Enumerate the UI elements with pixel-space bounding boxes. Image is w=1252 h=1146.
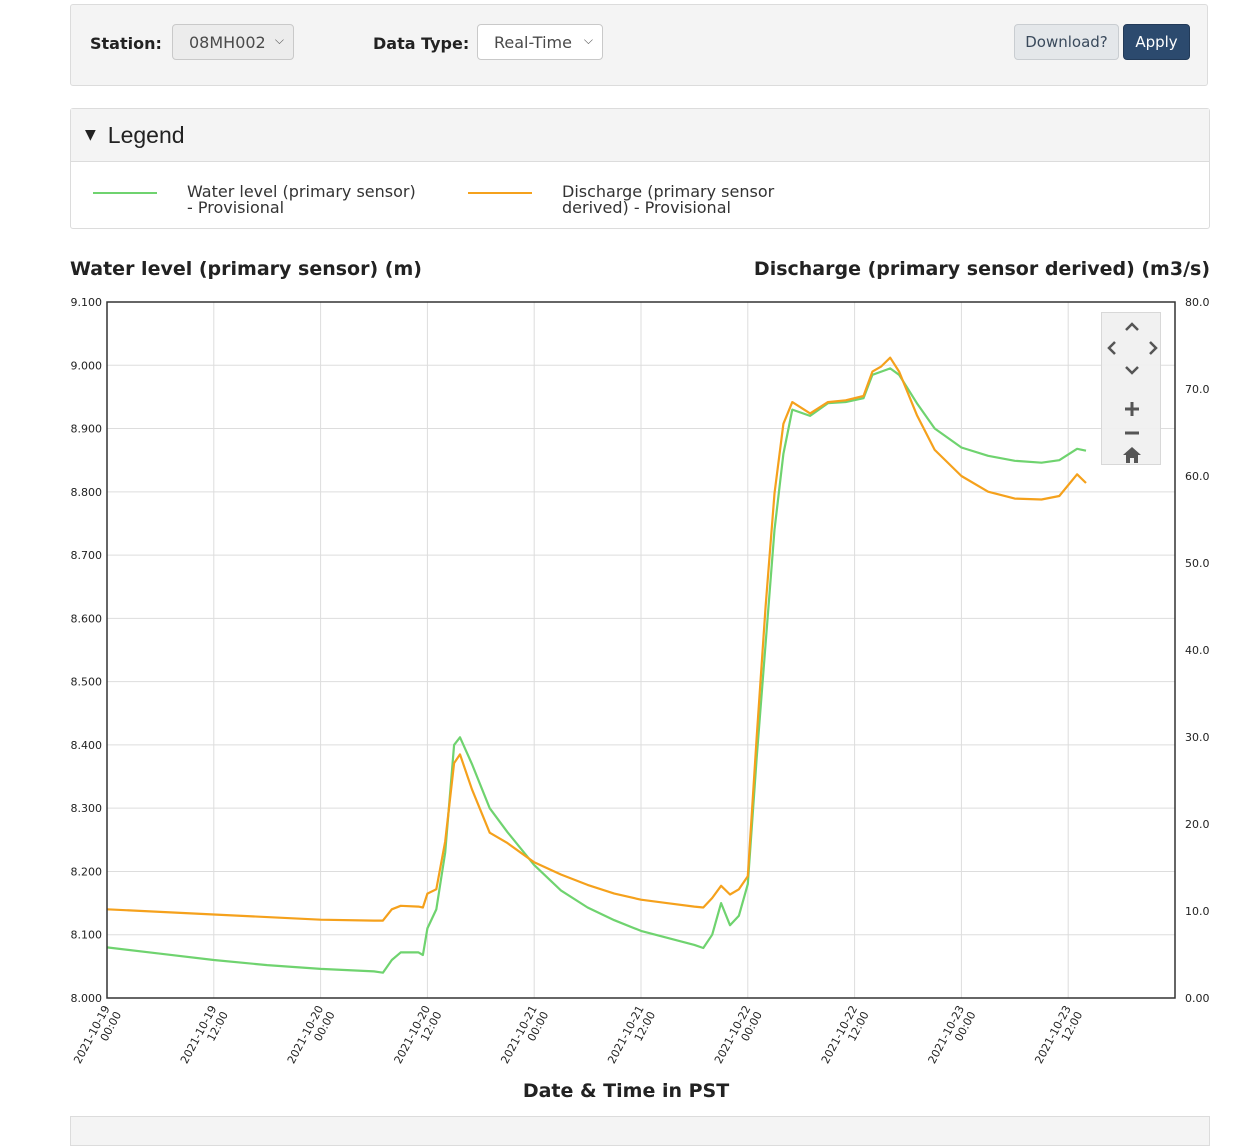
x-tick-label: 2021-10-2100:00 bbox=[498, 1003, 551, 1072]
hydrograph-chart[interactable]: 8.000 8.100 8.200 8.300 8.400 8.500 8.600 8.700… bbox=[0, 280, 1252, 1080]
y-tick-label-right: 20.0 bbox=[1185, 818, 1210, 831]
station-select-value: 08MH002 bbox=[189, 32, 266, 52]
y-tick-label-left: 8.600 bbox=[71, 612, 103, 625]
chevron-down-icon: ⌵ bbox=[274, 33, 284, 47]
y-tick-label-right: 50.0 bbox=[1185, 557, 1210, 570]
zoom-in-icon[interactable] bbox=[1122, 399, 1142, 419]
legend-title: Legend bbox=[107, 121, 185, 148]
y-tick-label-left: 9.000 bbox=[71, 359, 103, 372]
y-tick-label-left: 8.900 bbox=[71, 423, 103, 436]
caret-down-icon: ▼ bbox=[85, 127, 96, 143]
y-tick-label-left: 8.100 bbox=[71, 929, 103, 942]
x-tick-label: 2021-10-1912:00 bbox=[178, 1003, 231, 1072]
y-tick-label-right: 80.0 bbox=[1185, 296, 1210, 309]
x-tick-label: 2021-10-2000:00 bbox=[285, 1003, 338, 1072]
download-button[interactable]: Download? bbox=[1014, 24, 1119, 60]
chevron-down-icon: ⌵ bbox=[583, 33, 593, 47]
y-tick-label-right: 60.0 bbox=[1185, 470, 1210, 483]
legend-toggle[interactable]: ▼ Legend bbox=[71, 109, 1209, 162]
x-tick-label: 2021-10-1900:00 bbox=[71, 1003, 124, 1072]
y-tick-label-left: 8.500 bbox=[71, 676, 103, 689]
y-tick-label-left: 9.100 bbox=[71, 296, 103, 309]
home-icon[interactable] bbox=[1122, 445, 1142, 465]
x-axis-title: Date & Time in PST bbox=[522, 1080, 730, 1102]
x-tick-label: 2021-10-2112:00 bbox=[605, 1003, 658, 1072]
y-tick-label-left: 8.400 bbox=[71, 739, 103, 752]
data-type-label: Data Type: bbox=[373, 34, 470, 53]
chevron-right-icon[interactable] bbox=[1143, 338, 1163, 358]
y-tick-label-left: 8.200 bbox=[71, 865, 103, 878]
station-label: Station: bbox=[90, 34, 162, 53]
x-tick-label: 2021-10-2300:00 bbox=[926, 1003, 979, 1072]
y-tick-label-left: 8.300 bbox=[71, 802, 103, 815]
left-axis-title: Water level (primary sensor) (m) bbox=[70, 258, 422, 280]
x-tick-label: 2021-10-2212:00 bbox=[819, 1003, 872, 1072]
filter-panel: Station: 08MH002 ⌵ Data Type: Real-Time … bbox=[70, 4, 1208, 86]
legend-swatch bbox=[468, 192, 532, 194]
x-tick-label: 2021-10-2200:00 bbox=[712, 1003, 765, 1072]
y-tick-label-left: 8.800 bbox=[71, 486, 103, 499]
y-tick-label-right: 70.0 bbox=[1185, 383, 1210, 396]
data-type-select-value: Real-Time bbox=[494, 32, 572, 52]
y-tick-label-right: 40.0 bbox=[1185, 644, 1210, 657]
right-axis-title: Discharge (primary sensor derived) (m3/s… bbox=[753, 258, 1210, 280]
data-type-select[interactable]: Real-Time ⌵ bbox=[477, 24, 603, 60]
bottom-panel bbox=[70, 1116, 1210, 1146]
legend-swatch bbox=[93, 192, 157, 194]
zoom-out-icon[interactable] bbox=[1122, 423, 1142, 443]
y-tick-label-left: 8.700 bbox=[71, 549, 103, 562]
chart-navigation bbox=[1101, 312, 1161, 465]
y-tick-label-right: 0.00 bbox=[1185, 992, 1210, 1005]
x-tick-label: 2021-10-2312:00 bbox=[1032, 1003, 1085, 1072]
chevron-down-icon[interactable] bbox=[1122, 360, 1142, 380]
legend-panel: ▼ Legend Water level (primary sensor) - … bbox=[70, 108, 1210, 229]
legend-item-label: Water level (primary sensor) - Provision… bbox=[187, 182, 416, 217]
legend-item-label: Discharge (primary sensor derived) - Pro… bbox=[562, 182, 775, 217]
apply-button[interactable]: Apply bbox=[1123, 24, 1190, 60]
y-tick-label-right: 30.0 bbox=[1185, 731, 1210, 744]
chevron-up-icon[interactable] bbox=[1122, 317, 1142, 337]
station-select[interactable]: 08MH002 ⌵ bbox=[172, 24, 294, 60]
y-tick-label-right: 10.0 bbox=[1185, 905, 1210, 918]
x-tick-label: 2021-10-2012:00 bbox=[392, 1003, 445, 1072]
chevron-left-icon[interactable] bbox=[1102, 338, 1122, 358]
y-tick-label-left: 8.000 bbox=[71, 992, 103, 1005]
